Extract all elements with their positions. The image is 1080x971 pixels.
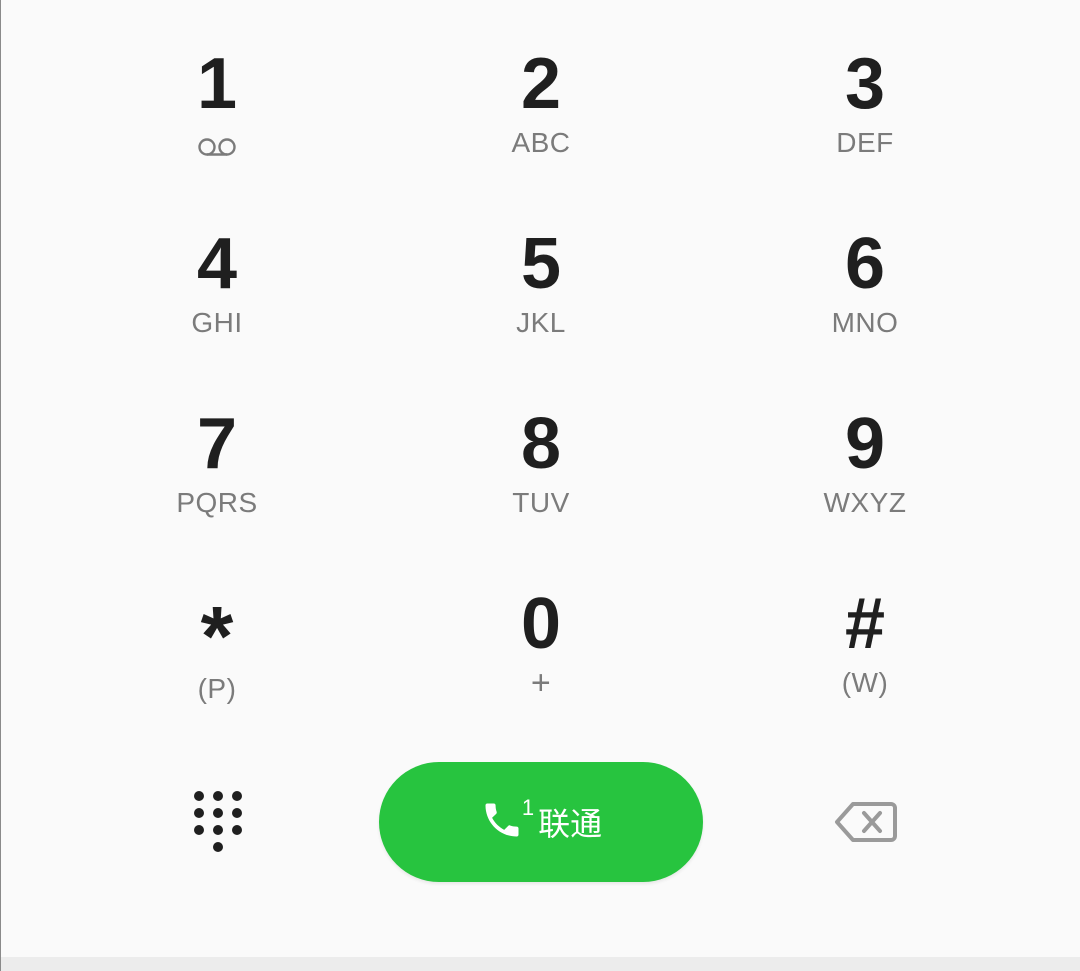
key-digit: 2 — [520, 44, 562, 124]
call-button[interactable]: 1 联通 — [379, 762, 703, 882]
call-button-content: 1 联通 — [480, 795, 603, 847]
key-letters: WXYZ — [823, 487, 907, 518]
key-letters: (P) — [197, 673, 237, 704]
dialpad-icon[interactable] — [187, 786, 249, 858]
backspace-icon[interactable] — [833, 798, 899, 846]
key-7[interactable]: 7 PQRS — [87, 360, 347, 520]
key-letters: + — [530, 664, 552, 702]
key-1[interactable]: 1 — [87, 0, 347, 160]
key-digit: 1 — [196, 44, 238, 124]
key-digit: * — [200, 589, 234, 683]
key-digit: # — [844, 584, 886, 664]
key-letters: TUV — [512, 487, 570, 518]
key-digit: 4 — [196, 224, 238, 304]
key-2[interactable]: 2 ABC — [411, 0, 671, 160]
key-letters: JKL — [516, 307, 566, 338]
carrier-label: 联通 — [538, 805, 603, 843]
sim-number: 1 — [521, 795, 535, 820]
bottom-divider — [1, 957, 1080, 971]
key-digit: 0 — [520, 584, 562, 664]
key-0[interactable]: 0 + — [411, 540, 671, 700]
key-letters: (W) — [841, 667, 889, 698]
key-digit: 3 — [844, 44, 886, 124]
key-6[interactable]: 6 MNO — [735, 180, 995, 340]
key-3[interactable]: 3 DEF — [735, 0, 995, 160]
key-digit: 6 — [844, 224, 886, 304]
key-8[interactable]: 8 TUV — [411, 360, 671, 520]
key-letters: GHI — [191, 307, 243, 338]
phone-icon — [480, 798, 524, 847]
key-hash[interactable]: # (W) — [735, 540, 995, 700]
key-letters: MNO — [831, 307, 899, 338]
key-4[interactable]: 4 GHI — [87, 180, 347, 340]
voicemail-icon — [196, 136, 238, 160]
key-letters: ABC — [511, 127, 571, 158]
key-letters: DEF — [836, 127, 894, 158]
key-star[interactable]: * (P) — [87, 540, 347, 704]
dialer-screen: 1 2 ABC 3 DEF 4 GHI 5 JKL 6 MNO 7 PQRS 8… — [0, 0, 1080, 971]
key-digit: 9 — [844, 404, 886, 484]
key-digit: 7 — [196, 404, 238, 484]
key-digit: 5 — [520, 224, 562, 304]
key-9[interactable]: 9 WXYZ — [735, 360, 995, 520]
key-letters: PQRS — [176, 487, 258, 518]
key-digit: 8 — [520, 404, 562, 484]
key-5[interactable]: 5 JKL — [411, 180, 671, 340]
